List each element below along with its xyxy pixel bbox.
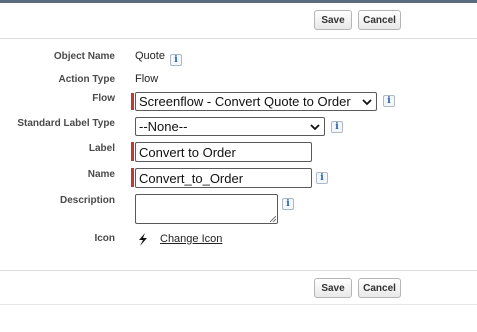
name-info-icon[interactable]: i bbox=[316, 172, 328, 184]
cancel-button-bottom[interactable]: Cancel bbox=[358, 278, 401, 298]
top-divider bbox=[0, 38, 477, 39]
name-required-indicator bbox=[131, 168, 134, 187]
resize-grip-icon[interactable] bbox=[270, 216, 276, 222]
standard-label-type-label: Standard Label Type bbox=[17, 118, 115, 129]
cancel-button-top[interactable]: Cancel bbox=[358, 10, 401, 30]
change-icon-link[interactable]: Change Icon bbox=[160, 233, 222, 245]
description-info-icon[interactable]: i bbox=[282, 198, 294, 210]
lightning-bolt-icon bbox=[139, 233, 147, 246]
standard-label-type-value: --None-- bbox=[139, 119, 188, 134]
flow-label: Flow bbox=[92, 93, 115, 104]
label-input[interactable]: Convert to Order bbox=[135, 142, 312, 162]
save-button-top[interactable]: Save bbox=[314, 10, 352, 30]
save-button-bottom[interactable]: Save bbox=[314, 278, 352, 298]
footer-divider bbox=[0, 304, 477, 305]
chevron-down-icon bbox=[310, 123, 320, 130]
object-name-value: Quote bbox=[135, 50, 165, 62]
standard-label-type-info-icon[interactable]: i bbox=[331, 121, 343, 133]
name-field-label: Name bbox=[87, 169, 115, 180]
label-field-label: Label bbox=[88, 143, 115, 154]
standard-label-type-select[interactable]: --None-- bbox=[135, 117, 325, 136]
object-name-label: Object Name bbox=[53, 51, 115, 62]
action-type-value: Flow bbox=[135, 73, 159, 85]
icon-label: Icon bbox=[94, 233, 115, 244]
description-label: Description bbox=[59, 195, 115, 206]
top-border bbox=[0, 0, 477, 3]
action-type-label: Action Type bbox=[58, 74, 115, 85]
description-textarea[interactable] bbox=[135, 194, 278, 224]
label-required-indicator bbox=[131, 142, 134, 161]
flow-select-value: Screenflow - Convert Quote to Order bbox=[139, 94, 351, 109]
chevron-down-icon bbox=[362, 98, 372, 105]
flow-info-icon[interactable]: i bbox=[383, 95, 395, 107]
bottom-divider bbox=[0, 270, 477, 271]
object-name-info-icon[interactable]: i bbox=[170, 54, 182, 66]
flow-required-indicator bbox=[131, 93, 134, 110]
name-input[interactable]: Convert_to_Order bbox=[135, 168, 312, 188]
flow-select[interactable]: Screenflow - Convert Quote to Order bbox=[135, 92, 377, 111]
